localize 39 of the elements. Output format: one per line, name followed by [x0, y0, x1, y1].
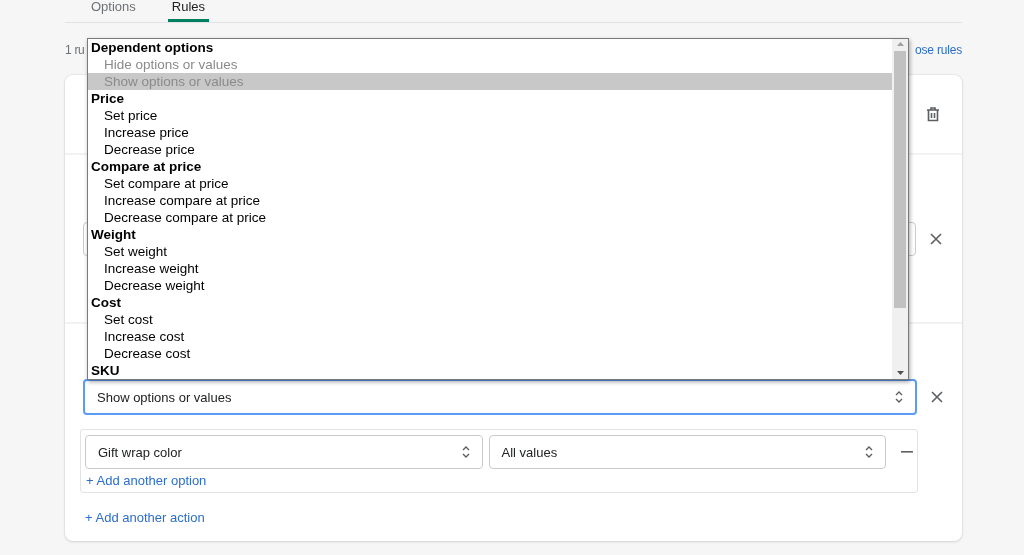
collapse-link[interactable]: ose rules: [915, 43, 962, 57]
dropdown-option: Hide options or values: [88, 56, 892, 73]
add-option-link[interactable]: + Add another option: [86, 473, 913, 488]
select-caret-icon[interactable]: [865, 446, 874, 458]
add-action-link[interactable]: + Add another action: [85, 510, 940, 525]
scrollbar[interactable]: [892, 39, 908, 379]
dropdown-option[interactable]: Set weight: [88, 243, 892, 260]
dropdown-option[interactable]: Decrease cost: [88, 345, 892, 362]
dropdown-option[interactable]: Decrease price: [88, 141, 892, 158]
trash-icon[interactable]: [926, 106, 940, 122]
group-label: Weight: [90, 226, 137, 243]
select-field[interactable]: Show options or values: [83, 379, 917, 415]
scroll-down-icon[interactable]: [896, 371, 904, 375]
dropdown-option[interactable]: Set compare at price: [88, 175, 892, 192]
dropdown-option[interactable]: Decrease weight: [88, 277, 892, 294]
tab[interactable]: Rules: [167, 0, 210, 22]
group-label: Cost: [90, 294, 122, 311]
dropdown-option[interactable]: Increase weight: [88, 260, 892, 277]
select-caret-icon[interactable]: [895, 391, 903, 403]
group-label: Compare at price: [90, 158, 203, 175]
minus-icon[interactable]: [901, 451, 913, 453]
dropdown-option[interactable]: Decrease compare at price: [88, 209, 892, 226]
dropdown-option[interactable]: Set cost: [88, 311, 892, 328]
group-label: Dependent options: [90, 39, 215, 56]
scrollbar-thumb[interactable]: [894, 51, 906, 308]
dropdown-option[interactable]: Increase cost: [88, 328, 892, 345]
close-icon[interactable]: [930, 232, 942, 245]
group-label: Price: [90, 90, 126, 107]
select-caret-icon[interactable]: [461, 446, 470, 458]
group-label: SKU: [90, 362, 121, 379]
close-icon[interactable]: [931, 391, 943, 403]
dropdown-option[interactable]: Increase price: [88, 124, 892, 141]
select-field[interactable]: All values: [488, 435, 887, 469]
tab[interactable]: Options: [89, 0, 138, 22]
select-field[interactable]: Gift wrap color: [85, 435, 483, 469]
rules-count: 1 ru: [65, 43, 85, 57]
dropdown-option[interactable]: Set price: [88, 107, 892, 124]
dropdown-option[interactable]: Increase compare at price: [88, 192, 892, 209]
dropdown-option: Show options or values: [88, 73, 892, 90]
